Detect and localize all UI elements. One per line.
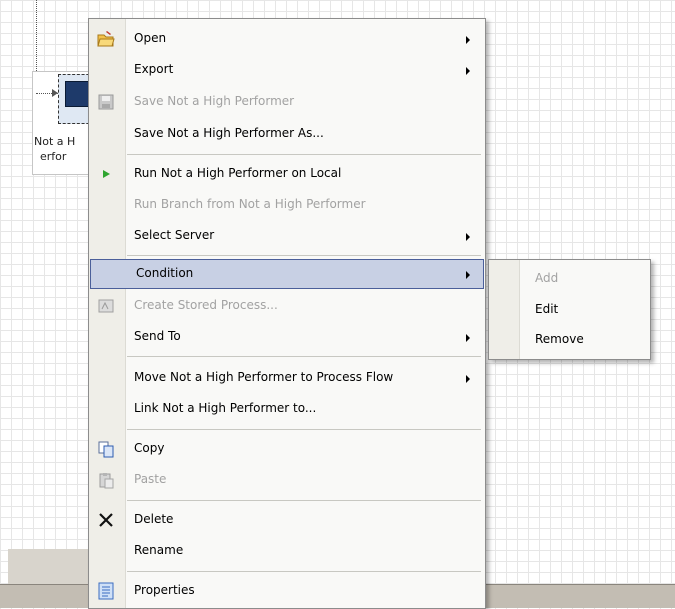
menu-separator	[127, 356, 481, 357]
menu-item-link-label: Link Not a High Performer to...	[134, 401, 317, 415]
menu-item-run-branch-label: Run Branch from Not a High Performer	[134, 197, 366, 211]
menu-item-run[interactable]: Run Not a High Performer on Local	[89, 159, 485, 189]
submenu-arrow-icon	[466, 233, 470, 241]
menu-item-save[interactable]: Save Not a High Performer	[89, 87, 485, 117]
condition-submenu: Add Edit Remove	[488, 259, 651, 360]
menu-item-create-stored-process-label: Create Stored Process...	[134, 298, 278, 312]
submenu-item-add[interactable]: Add	[489, 264, 650, 294]
menu-item-paste-label: Paste	[134, 472, 167, 486]
menu-item-move-to-process-flow[interactable]: Move Not a High Performer to Process Flo…	[89, 363, 485, 393]
menu-item-export-label: Export	[134, 62, 174, 76]
delete-x-icon	[97, 511, 115, 529]
context-menu: Open Export Save Not a High Performer Sa…	[88, 18, 486, 609]
menu-item-send-to-label: Send To	[134, 329, 181, 343]
menu-item-delete-label: Delete	[134, 512, 174, 526]
menu-item-condition[interactable]: Condition	[90, 259, 484, 289]
menu-item-copy-label: Copy	[134, 441, 165, 455]
menu-separator	[127, 500, 481, 501]
menu-item-properties-label: Properties	[134, 583, 195, 597]
submenu-arrow-icon	[466, 375, 470, 383]
submenu-item-remove[interactable]: Remove	[489, 325, 650, 355]
submenu-arrow-icon	[466, 334, 470, 342]
run-play-icon	[97, 165, 115, 183]
menu-item-open-label: Open	[134, 31, 167, 45]
menu-item-create-stored-process[interactable]: Create Stored Process...	[89, 291, 485, 321]
submenu-arrow-icon	[466, 36, 470, 44]
menu-item-open[interactable]: Open	[89, 24, 485, 54]
menu-item-move-label: Move Not a High Performer to Process Flo…	[134, 370, 394, 384]
paste-icon	[97, 471, 115, 489]
menu-separator	[127, 154, 481, 155]
submenu-arrow-icon	[466, 67, 470, 75]
menu-separator	[127, 255, 481, 256]
submenu-item-add-label: Add	[535, 271, 559, 285]
menu-item-run-branch[interactable]: Run Branch from Not a High Performer	[89, 190, 485, 220]
menu-item-paste[interactable]: Paste	[89, 465, 485, 495]
menu-item-delete[interactable]: Delete	[89, 505, 485, 535]
properties-icon	[97, 582, 115, 600]
menu-item-rename[interactable]: Rename	[89, 536, 485, 566]
menu-item-copy[interactable]: Copy	[89, 434, 485, 464]
menu-item-link[interactable]: Link Not a High Performer to...	[89, 394, 485, 424]
menu-item-save-label: Save Not a High Performer	[134, 94, 295, 108]
menu-item-select-server[interactable]: Select Server	[89, 221, 485, 251]
menu-item-export[interactable]: Export	[89, 55, 485, 85]
menu-item-rename-label: Rename	[134, 543, 184, 557]
copy-icon	[97, 440, 115, 458]
menu-item-run-label: Run Not a High Performer on Local	[134, 166, 342, 180]
menu-item-select-server-label: Select Server	[134, 228, 215, 242]
menu-item-send-to[interactable]: Send To	[89, 322, 485, 352]
menu-separator	[127, 571, 481, 572]
menu-item-properties[interactable]: Properties	[89, 576, 485, 606]
submenu-arrow-icon	[466, 271, 470, 279]
submenu-item-edit-label: Edit	[535, 302, 559, 316]
menu-item-condition-label: Condition	[136, 266, 194, 280]
submenu-item-edit[interactable]: Edit	[489, 295, 650, 325]
open-folder-icon	[97, 30, 115, 48]
submenu-item-remove-label: Remove	[535, 332, 584, 346]
menu-separator	[127, 429, 481, 430]
menu-item-save-as-label: Save Not a High Performer As...	[134, 126, 324, 140]
stored-process-icon	[97, 297, 115, 315]
save-disk-icon	[97, 93, 115, 111]
bottom-panel	[8, 549, 98, 584]
menu-item-save-as[interactable]: Save Not a High Performer As...	[89, 119, 485, 149]
